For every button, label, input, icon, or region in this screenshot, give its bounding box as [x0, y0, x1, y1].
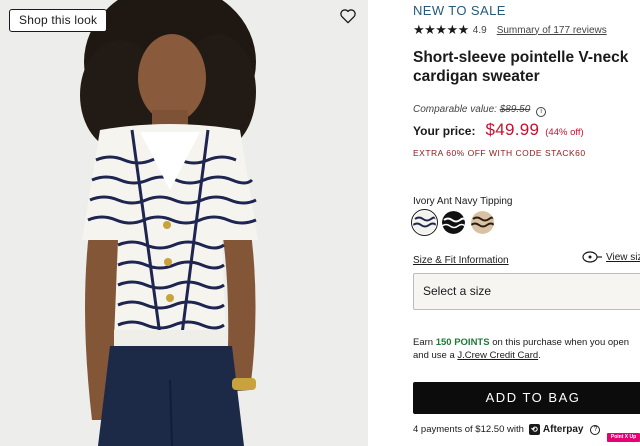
comparable-value: Comparable value: $89.50 i — [413, 104, 547, 117]
rating-row: ★★★★★ 4.9 Summary of 177 reviews — [413, 22, 607, 38]
product-photo — [0, 0, 368, 446]
comparable-label: Comparable value: — [413, 104, 497, 115]
view-size-label: View siz — [606, 251, 640, 263]
reward-points: 150 POINTS — [435, 337, 490, 348]
earn-suffix: . — [538, 350, 541, 361]
product-image-area: Shop this look — [0, 0, 368, 446]
swatch-tan-black[interactable] — [471, 211, 494, 234]
comparable-price: $89.50 — [499, 104, 531, 115]
size-fit-info-link[interactable]: Size & Fit Information — [413, 255, 509, 266]
price-label: Your price: — [413, 124, 476, 138]
afterpay-text: 4 payments of $12.50 with — [413, 424, 524, 435]
tape-measure-icon — [582, 251, 602, 263]
info-icon[interactable]: i — [536, 107, 547, 117]
heart-icon[interactable] — [338, 6, 358, 26]
star-rating-icon: ★★★★★ — [413, 22, 469, 37]
promo-code-text: EXTRA 60% OFF WITH CODE STACK60 — [413, 148, 586, 158]
afterpay-brand: Afterpay — [542, 424, 584, 435]
discount-percent: (44% off) — [545, 127, 584, 138]
sale-price: $49.99 — [485, 120, 540, 139]
rating-value: 4.9 — [472, 24, 487, 36]
color-name: Ivory Ant Navy Tipping — [413, 196, 513, 207]
color-swatches — [411, 209, 494, 236]
credit-card-link[interactable]: J.Crew Credit Card — [457, 350, 538, 361]
view-size-chart-link[interactable]: View siz — [582, 251, 640, 263]
afterpay-logo: ⟲ Afterpay — [528, 424, 584, 435]
rewards-text: Earn 150 POINTS on this purchase when yo… — [413, 336, 638, 362]
points-badge[interactable]: Point X Up — [607, 433, 640, 442]
product-info-panel: NEW TO SALE ★★★★★ 4.9 Summary of 177 rev… — [368, 0, 640, 446]
price-row: Your price: $49.99 (44% off) — [413, 120, 584, 140]
product-title: Short-sleeve pointelle V-neck cardigan s… — [413, 49, 629, 85]
new-to-sale-label: NEW TO SALE — [413, 3, 506, 18]
add-to-bag-button[interactable]: ADD TO BAG — [413, 382, 640, 414]
swatch-ivory-navy[interactable] — [411, 209, 438, 236]
help-icon[interactable]: ? — [590, 424, 601, 435]
afterpay-icon: ⟲ — [528, 424, 540, 435]
swatch-black-white[interactable] — [442, 211, 465, 234]
size-select[interactable]: Select a size — [413, 273, 640, 310]
earn-prefix: Earn — [413, 337, 436, 348]
reviews-summary-link[interactable]: Summary of 177 reviews — [497, 25, 607, 36]
shop-this-look-button[interactable]: Shop this look — [9, 9, 108, 32]
afterpay-row: 4 payments of $12.50 with ⟲ Afterpay ? — [413, 424, 601, 435]
